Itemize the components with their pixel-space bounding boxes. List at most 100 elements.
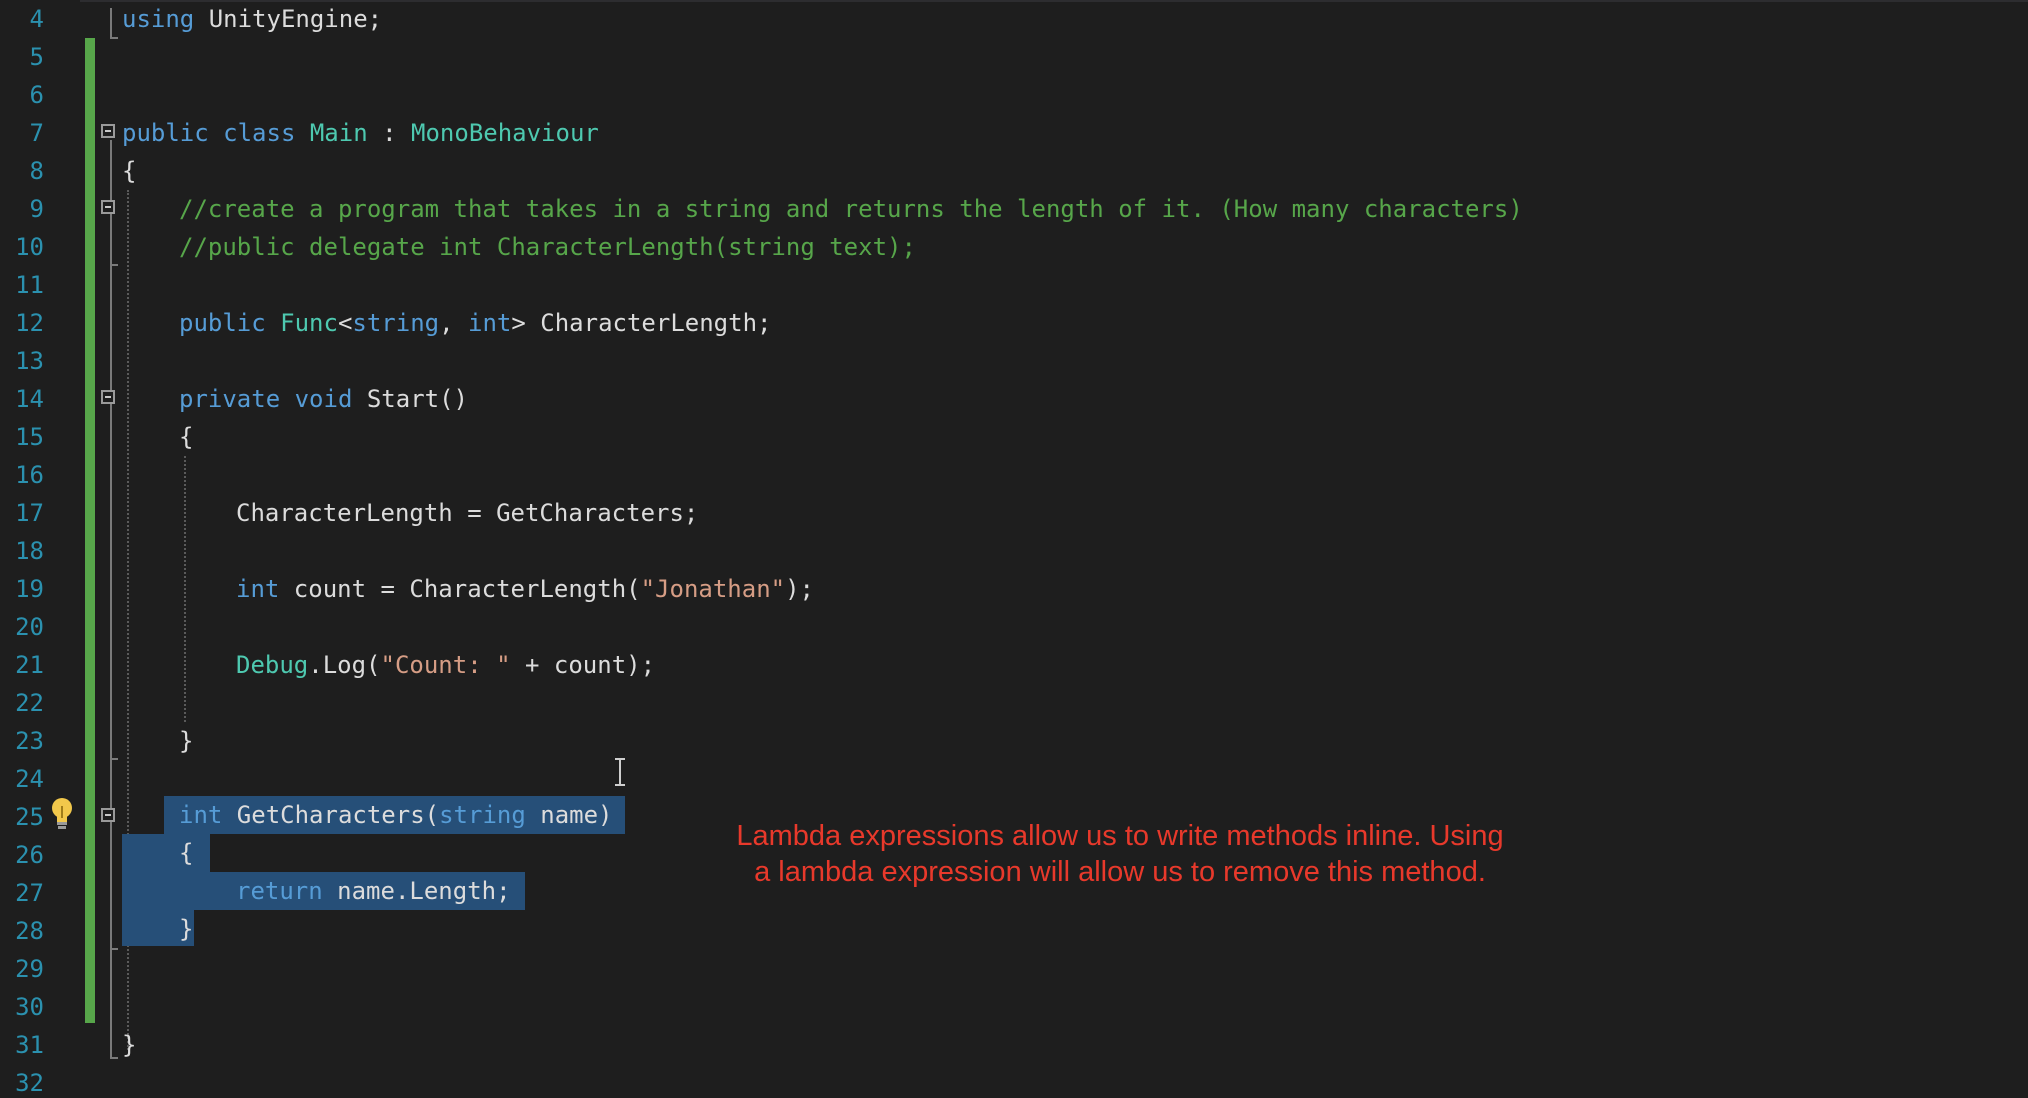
outline-tick bbox=[110, 264, 118, 266]
token-text: count = CharacterLength( bbox=[279, 575, 641, 603]
line-number: 22 bbox=[15, 689, 44, 717]
token-type: Func bbox=[280, 309, 338, 337]
annotation-line-2: a lambda expression will allow us to rem… bbox=[754, 856, 1486, 888]
line-number: 9 bbox=[29, 195, 44, 223]
line-number: 18 bbox=[15, 537, 44, 565]
line-number: 28 bbox=[15, 917, 44, 945]
token-text: + count); bbox=[510, 651, 656, 679]
code-line-15[interactable]: { bbox=[179, 418, 193, 456]
outline-tick bbox=[110, 37, 118, 39]
code-line-4[interactable]: using UnityEngine; bbox=[122, 0, 382, 38]
line-number: 17 bbox=[15, 499, 44, 527]
line-number: 27 bbox=[15, 879, 44, 907]
token-string: "Count: " bbox=[380, 651, 511, 679]
code-line-23[interactable]: } bbox=[179, 722, 193, 760]
line-number: 16 bbox=[15, 461, 44, 489]
line-number: 23 bbox=[15, 727, 44, 755]
code-editor[interactable]: 4 5 6 7 8 9 10 11 12 13 14 15 16 17 18 1… bbox=[0, 0, 2028, 1098]
token-keyword: int bbox=[468, 309, 512, 337]
line-number: 29 bbox=[15, 955, 44, 983]
token-text: } bbox=[179, 915, 194, 943]
token-type: MonoBehaviour bbox=[411, 119, 599, 147]
lightbulb-icon[interactable] bbox=[50, 796, 74, 832]
code-line-12[interactable]: public Func<string, int> CharacterLength… bbox=[179, 304, 771, 342]
line-number: 4 bbox=[29, 5, 44, 33]
line-number: 11 bbox=[15, 271, 44, 299]
code-line-27[interactable]: return name.Length; bbox=[236, 872, 511, 910]
token-keyword: string bbox=[352, 309, 440, 337]
line-number: 26 bbox=[15, 841, 44, 869]
token-keyword: string bbox=[439, 801, 526, 829]
token-text: > CharacterLength; bbox=[511, 309, 772, 337]
indent-guide bbox=[184, 456, 186, 722]
line-number: 32 bbox=[15, 1069, 44, 1097]
code-line-10[interactable]: //public delegate int CharacterLength(st… bbox=[179, 228, 916, 266]
token-comment: //public delegate int CharacterLength(st… bbox=[179, 233, 916, 261]
token-text: { bbox=[122, 157, 137, 185]
token-keyword: class bbox=[223, 119, 296, 147]
line-number: 19 bbox=[15, 575, 44, 603]
outline-tick bbox=[110, 758, 118, 760]
token-keyword: return bbox=[236, 877, 323, 905]
token-keyword: using bbox=[122, 5, 195, 33]
token-keyword: void bbox=[294, 385, 353, 413]
token-text: } bbox=[122, 1031, 137, 1059]
token-text: name) bbox=[525, 801, 613, 829]
code-line-21[interactable]: Debug.Log("Count: " + count); bbox=[236, 646, 655, 684]
token-keyword: int bbox=[179, 801, 223, 829]
collapse-icon[interactable] bbox=[101, 390, 115, 404]
code-line-7[interactable]: public class Main : MonoBehaviour bbox=[122, 114, 599, 152]
code-line-19[interactable]: int count = CharacterLength("Jonathan"); bbox=[236, 570, 814, 608]
token-text: CharacterLength = GetCharacters; bbox=[236, 499, 699, 527]
line-number: 20 bbox=[15, 613, 44, 641]
token-keyword: public bbox=[179, 309, 266, 337]
token-text: .Log( bbox=[308, 651, 381, 679]
line-number: 14 bbox=[15, 385, 44, 413]
token-text: GetCharacters( bbox=[222, 801, 440, 829]
token-type: Debug bbox=[236, 651, 309, 679]
line-number: 15 bbox=[15, 423, 44, 451]
outline-line-class bbox=[110, 140, 112, 1058]
line-number: 13 bbox=[15, 347, 44, 375]
line-number: 21 bbox=[15, 651, 44, 679]
annotation-line-1: Lambda expressions allow us to write met… bbox=[736, 820, 1504, 852]
collapse-icon[interactable] bbox=[101, 124, 115, 138]
token-keyword: int bbox=[236, 575, 280, 603]
outline-line-using bbox=[110, 8, 112, 38]
line-number: 7 bbox=[29, 119, 44, 147]
token-text: name.Length; bbox=[322, 877, 511, 905]
code-line-8[interactable]: { bbox=[122, 152, 136, 190]
collapse-icon[interactable] bbox=[101, 200, 115, 214]
code-line-28[interactable]: } bbox=[179, 910, 193, 948]
line-number: 8 bbox=[29, 157, 44, 185]
token-keyword: private bbox=[179, 385, 281, 413]
outline-tick bbox=[110, 948, 118, 950]
outline-tick bbox=[110, 1057, 118, 1059]
code-line-31[interactable]: } bbox=[122, 1026, 136, 1064]
line-number: 31 bbox=[15, 1031, 44, 1059]
token-comment: //create a program that takes in a strin… bbox=[179, 195, 1523, 223]
code-line-9[interactable]: //create a program that takes in a strin… bbox=[179, 190, 1523, 228]
code-line-26[interactable]: { bbox=[179, 834, 193, 872]
token-text: : bbox=[367, 119, 412, 147]
line-number: 24 bbox=[15, 765, 44, 793]
collapse-icon[interactable] bbox=[101, 808, 115, 822]
token-text: { bbox=[179, 839, 194, 867]
code-line-14[interactable]: private void Start() bbox=[179, 380, 468, 418]
line-number: 25 bbox=[15, 803, 44, 831]
tutorial-annotation: Lambda expressions allow us to write met… bbox=[700, 818, 1540, 890]
line-number: 12 bbox=[15, 309, 44, 337]
token-type: Main bbox=[309, 119, 368, 147]
selection-highlight bbox=[122, 834, 210, 872]
token-string: "Jonathan" bbox=[640, 575, 786, 603]
token-text: ); bbox=[785, 575, 814, 603]
code-line-17[interactable]: CharacterLength = GetCharacters; bbox=[236, 494, 698, 532]
token-text: { bbox=[179, 423, 194, 451]
line-number: 5 bbox=[29, 43, 44, 71]
change-indicator-bar bbox=[85, 38, 95, 1023]
token-keyword: public bbox=[122, 119, 209, 147]
code-line-25[interactable]: int GetCharacters(string name) bbox=[179, 796, 613, 834]
